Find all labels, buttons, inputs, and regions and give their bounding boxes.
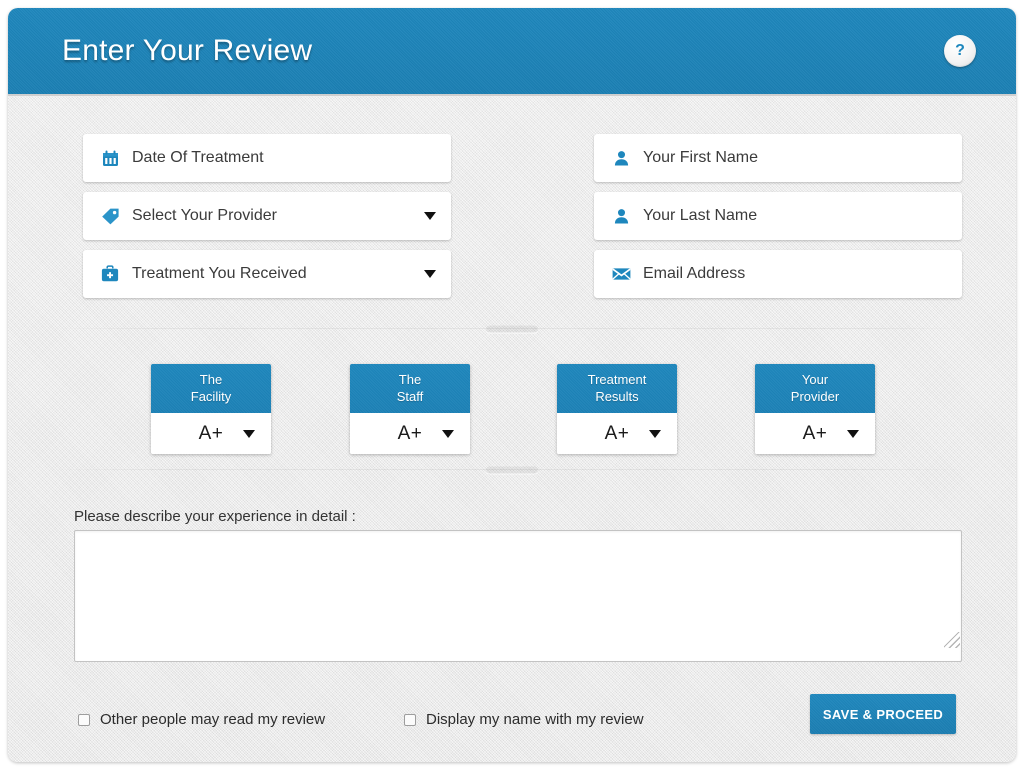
section-divider-top	[48, 325, 976, 332]
rating-title-line2: Facility	[190, 389, 232, 404]
rating-title-line2: Staff	[396, 389, 424, 404]
rating-title-line2: Provider	[790, 389, 840, 404]
first-name-field[interactable]: Your First Name	[594, 134, 962, 182]
rating-card-title: The Staff	[350, 364, 470, 413]
envelope-icon	[611, 264, 631, 284]
checkbox-display-my-name[interactable]: Display my name with my review	[404, 711, 644, 728]
checkbox-other-people-may-read[interactable]: Other people may read my review	[78, 711, 325, 728]
field-label: Treatment You Received	[132, 265, 307, 282]
tag-icon	[100, 206, 120, 226]
divider-handle	[486, 325, 538, 332]
chevron-down-icon	[424, 212, 436, 220]
rating-grade-value: A+	[802, 422, 828, 444]
divider-handle	[486, 466, 538, 473]
rating-card-provider: Your Provider A+	[755, 364, 875, 454]
rating-title-line1: Treatment	[587, 372, 647, 387]
date-of-treatment-field[interactable]: Date Of Treatment	[83, 134, 451, 182]
experience-textarea[interactable]	[74, 530, 962, 662]
chevron-down-icon	[442, 429, 454, 438]
rating-title-line1: Your	[801, 372, 829, 387]
rating-grade-dropdown-staff[interactable]: A+	[350, 413, 470, 454]
chevron-down-icon	[649, 429, 661, 438]
user-icon	[611, 206, 631, 226]
checkbox-label: Display my name with my review	[426, 711, 644, 728]
treatment-you-received-dropdown[interactable]: Treatment You Received	[83, 250, 451, 298]
rating-grade-dropdown-provider[interactable]: A+	[755, 413, 875, 454]
card-header: Enter Your Review ?	[8, 8, 1016, 96]
rating-title-line2: Results	[595, 389, 639, 404]
medical-bag-icon	[100, 264, 120, 284]
field-label: Select Your Provider	[132, 207, 277, 224]
rating-card-title: The Facility	[151, 364, 271, 413]
rating-grade-value: A+	[397, 422, 423, 444]
rating-grade-value: A+	[198, 422, 224, 444]
card-body: Date Of Treatment Select Your Provider T…	[8, 96, 1016, 762]
save-and-proceed-button[interactable]: SAVE & PROCEED	[810, 694, 956, 734]
email-address-field[interactable]: Email Address	[594, 250, 962, 298]
checkbox-label: Other people may read my review	[100, 711, 326, 728]
rating-grade-dropdown-facility[interactable]: A+	[151, 413, 271, 454]
rating-grade-value: A+	[604, 422, 630, 444]
rating-title-line1: The	[398, 372, 422, 387]
chevron-down-icon	[847, 429, 859, 438]
field-label: Date Of Treatment	[132, 149, 264, 166]
rating-card-staff: The Staff A+	[350, 364, 470, 454]
rating-grade-dropdown-treatment-results[interactable]: A+	[557, 413, 677, 454]
question-mark-icon: ?	[955, 41, 965, 59]
checkbox-box[interactable]	[404, 713, 416, 726]
field-label: Your First Name	[643, 149, 758, 166]
select-your-provider-dropdown[interactable]: Select Your Provider	[83, 192, 451, 240]
rating-card-title: Your Provider	[755, 364, 875, 413]
field-label: Your Last Name	[643, 207, 758, 224]
page-title: Enter Your Review	[62, 34, 313, 67]
rating-card-title: Treatment Results	[557, 364, 677, 413]
chevron-down-icon	[424, 270, 436, 278]
experience-label: Please describe your experience in detai…	[74, 508, 356, 525]
calendar-icon	[100, 148, 120, 168]
field-label: Email Address	[643, 265, 746, 282]
review-card: Enter Your Review ? Date Of Treatment Se…	[8, 8, 1016, 762]
chevron-down-icon	[243, 429, 255, 438]
section-divider-bottom	[48, 466, 976, 473]
rating-card-treatment-results: Treatment Results A+	[557, 364, 677, 454]
help-button[interactable]: ?	[944, 35, 976, 67]
last-name-field[interactable]: Your Last Name	[594, 192, 962, 240]
rating-card-facility: The Facility A+	[151, 364, 271, 454]
user-icon	[611, 148, 631, 168]
rating-title-line1: The	[199, 372, 223, 387]
checkbox-box[interactable]	[78, 713, 90, 726]
